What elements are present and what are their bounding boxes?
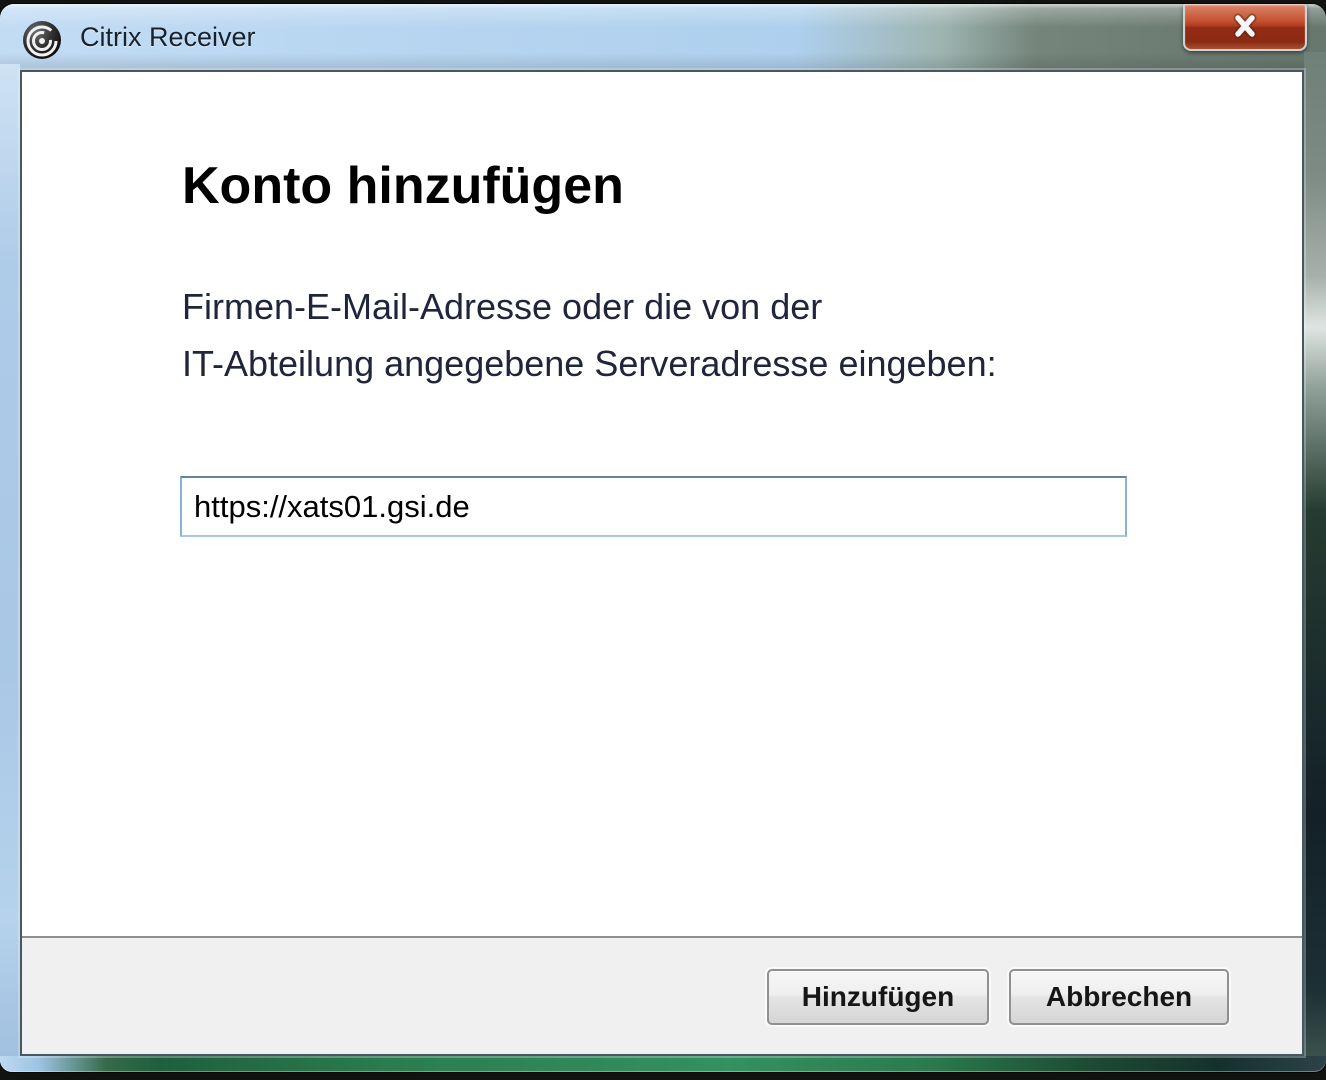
- abbrechen-button[interactable]: Abbrechen: [1009, 969, 1229, 1025]
- dialog-heading: Konto hinzufügen: [182, 156, 624, 216]
- titlebar[interactable]: Citrix Receiver: [0, 4, 1326, 72]
- instruction-line-1: Firmen-E-Mail-Adresse oder die von der: [182, 278, 997, 335]
- instruction-text: Firmen-E-Mail-Adresse oder die von der I…: [182, 278, 997, 392]
- window-border-right: [1304, 52, 1326, 1072]
- close-button[interactable]: [1183, 4, 1307, 51]
- window-title: Citrix Receiver: [80, 4, 256, 72]
- citrix-logo-icon: [22, 20, 62, 60]
- citrix-receiver-window: Citrix Receiver Konto hinzufügen Firmen-…: [0, 4, 1326, 1072]
- window-border-bottom: [0, 1056, 1326, 1072]
- dialog-content: Konto hinzufügen Firmen-E-Mail-Adresse o…: [20, 70, 1304, 1056]
- dialog-footer: Hinzufügen Abbrechen: [22, 936, 1302, 1054]
- server-address-input[interactable]: [180, 476, 1127, 537]
- window-border-left: [0, 64, 20, 1072]
- close-icon: [1228, 11, 1262, 41]
- instruction-line-2: IT-Abteilung angegebene Serveradresse ei…: [182, 335, 997, 392]
- hinzufuegen-button[interactable]: Hinzufügen: [767, 969, 989, 1025]
- dialog-main: Konto hinzufügen Firmen-E-Mail-Adresse o…: [22, 72, 1302, 936]
